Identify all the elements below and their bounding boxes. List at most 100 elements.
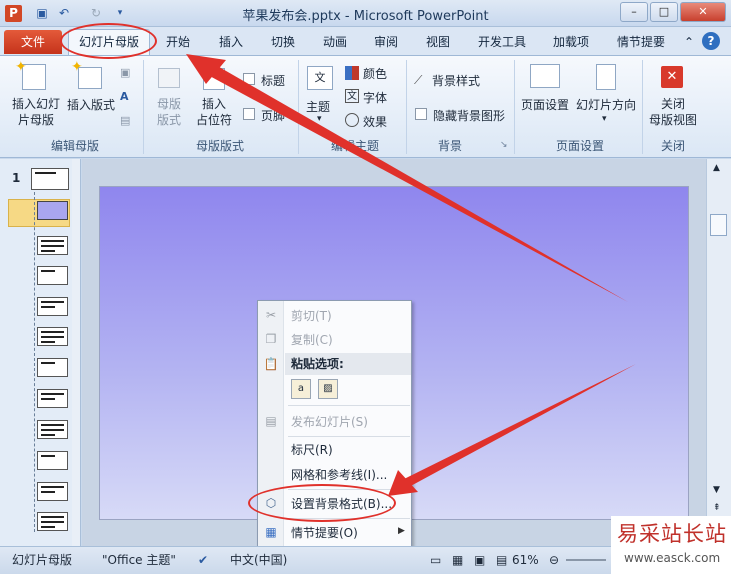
menu-publish-slides[interactable]: 发布幻灯片(S) [291,413,368,431]
themes-button[interactable]: 文 主题 ▾ [303,62,339,132]
tab-insert[interactable]: 插入 [211,31,251,53]
paste-keep-format-icon[interactable]: a [291,379,311,399]
minimize-button[interactable]: – [620,2,648,22]
status-language[interactable]: 中文(中国) [230,547,287,573]
master-layout-label: 母版 版式 [156,97,181,127]
status-zoom-level[interactable]: 61% [512,547,539,573]
annotation-oval-format-background [248,484,396,522]
spellcheck-icon[interactable]: ✔ [198,547,208,573]
page-setup-label: 页面设置 [521,98,570,112]
colors-button[interactable]: 颜色 [345,64,401,82]
fonts-label: 字体 [363,91,388,105]
thumbnail-layout[interactable] [37,266,68,285]
menu-grid-guides[interactable]: 网格和参考线(I)... [291,466,387,484]
storyboard-icon: ▦ [265,525,277,539]
tab-animations[interactable]: 动画 [315,31,355,53]
menu-separator [288,436,410,437]
thumbnail-layout[interactable] [37,451,68,470]
close-button[interactable]: ✕ [680,2,726,22]
insert-layout-label: 插入版式 [66,98,115,112]
thumbnail-layout[interactable] [37,512,68,531]
master-layout-icon [158,68,180,88]
tab-review[interactable]: 审阅 [366,31,406,53]
insert-placeholder-button[interactable]: 插入 占位符 [190,62,238,132]
tab-home[interactable]: 开始 [158,31,198,53]
scroll-up-icon[interactable]: ▲ [713,163,720,173]
menu-storyboard[interactable]: 情节提要(O) [291,524,358,542]
status-theme-name: "Office 主题" [102,553,176,567]
scroll-down-icon[interactable]: ▼ [713,485,720,495]
thumbnail-layout[interactable] [37,297,68,316]
thumbnail-connector-line [34,192,35,532]
dialog-launcher-icon[interactable]: ↘ [500,140,508,150]
insert-slide-master-button[interactable]: ✦ 插入幻灯 片母版 [8,59,62,132]
tab-storyboard[interactable]: 情节提要 [609,31,673,53]
paste-picture-icon[interactable]: ▨ [318,379,338,399]
tab-transitions[interactable]: 切换 [263,31,303,53]
status-view-name: 幻灯片母版 [12,553,73,567]
thumbnail-scrollbar[interactable] [72,159,80,546]
dropdown-arrow-icon: ▾ [602,114,607,124]
publish-icon: ▤ [265,414,277,428]
dropdown-arrow-icon: ▾ [317,114,322,124]
thumbnail-slide-master[interactable] [31,168,69,190]
thumbnail-layout[interactable] [37,482,68,501]
hide-bg-graphics-label: 隐藏背景图形 [433,109,506,123]
normal-view-icon[interactable]: ▭ [430,547,441,573]
help-icon[interactable]: ? [702,32,720,50]
thumbnail-layout[interactable] [37,420,68,439]
themes-icon: 文 [307,66,333,90]
thumbnail-layout[interactable] [37,201,68,220]
effects-button[interactable]: 效果 [345,112,401,130]
tab-addins[interactable]: 加载项 [545,31,597,53]
fonts-icon: 文 [345,89,359,103]
slide-sorter-icon[interactable]: ▦ [452,547,463,573]
group-separator [642,60,643,154]
insert-layout-button[interactable]: ✦ 插入版式 [64,59,116,132]
background-styles-label: 背景样式 [432,74,481,88]
title-checkbox[interactable] [243,73,255,85]
delete-icon[interactable]: ▣ [120,66,134,80]
placeholder-icon [203,68,225,90]
close-master-icon: ✕ [661,66,683,88]
menu-cut[interactable]: 剪切(T) [291,307,332,325]
thumbnail-layout[interactable] [37,358,68,377]
menu-ruler[interactable]: 标尺(R) [291,441,333,459]
footer-checkbox-label: 页脚 [261,109,286,123]
reading-view-icon[interactable]: ▣ [474,547,485,573]
close-master-view-button[interactable]: ✕ 关闭 母版视图 [646,62,700,132]
menu-copy[interactable]: 复制(C) [291,331,333,349]
scroll-thumb[interactable] [710,214,727,236]
group-master-layout-label: 母版版式 [195,139,244,153]
colors-label: 颜色 [363,67,388,81]
hide-bg-graphics-checkbox[interactable] [415,108,427,120]
background-styles-icon: ⟋ [414,73,423,87]
menu-paste-options: 粘贴选项: [291,357,344,371]
slide-orientation-button[interactable]: 幻灯片方向 ▾ [574,62,638,132]
slideshow-icon[interactable]: ▤ [496,547,507,573]
prev-slide-icon[interactable]: ⇞ [713,503,721,513]
group-separator [298,60,299,154]
maximize-button[interactable]: □ [650,2,678,22]
watermark-logo-text: 易采站长站 [617,522,727,546]
paste-icon: 📋 [263,357,279,371]
thumbnail-layout[interactable] [37,327,68,346]
thumbnail-layout[interactable] [37,236,68,255]
zoom-out-icon[interactable]: ⊖ [549,547,559,573]
footer-checkbox[interactable] [243,108,255,120]
rename-icon[interactable]: A [120,90,134,104]
tab-file[interactable]: 文件 [4,30,62,54]
background-styles-button[interactable]: ⟋ 背景样式 [414,72,504,90]
fonts-button[interactable]: 文 字体 [345,88,401,106]
copy-icon: ❐ [265,332,277,346]
page-setup-button[interactable]: 页面设置 [518,62,572,132]
tab-developer[interactable]: 开发工具 [470,31,534,53]
preserve-icon[interactable]: ▤ [120,114,134,128]
vertical-scrollbar[interactable]: ▲ ▼ ⇞ ⇟ [706,159,731,546]
tab-view[interactable]: 视图 [418,31,458,53]
thumbnail-layout[interactable] [37,389,68,408]
group-background-label: 背景 [437,139,462,153]
collapse-ribbon-icon[interactable]: ⌃ [681,31,697,53]
zoom-slider[interactable] [566,559,606,561]
master-layout-button[interactable]: 母版 版式 [150,62,190,132]
